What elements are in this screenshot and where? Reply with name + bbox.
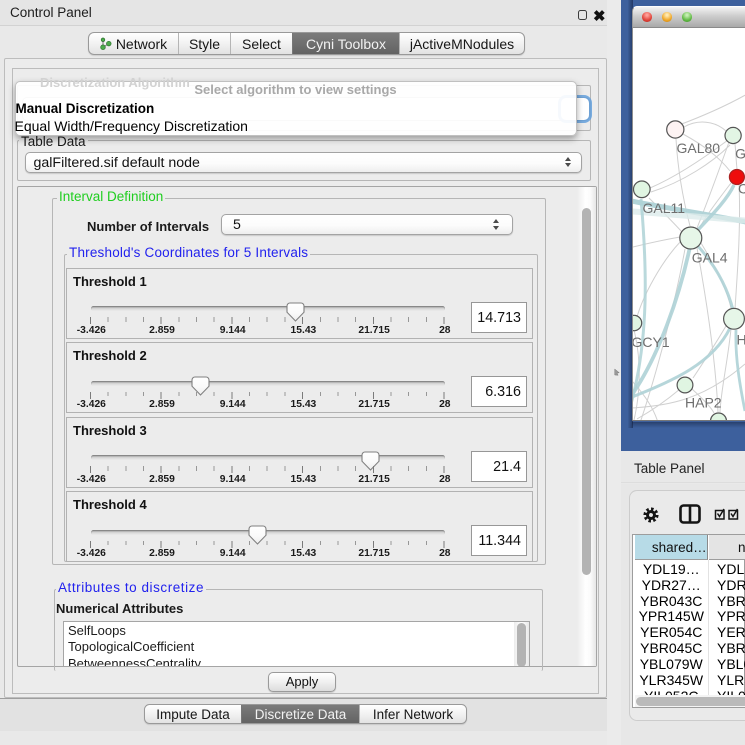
svg-text:HAP2: HAP2	[685, 394, 722, 410]
svg-text:GAL4: GAL4	[692, 249, 728, 265]
svg-text:CD: CD	[738, 180, 745, 196]
svg-text:HI: HI	[737, 331, 745, 347]
svg-text:GAL80: GAL80	[677, 139, 721, 155]
svg-text:GAL11: GAL11	[643, 200, 686, 216]
svg-text:GCY1: GCY1	[633, 334, 670, 350]
svg-text:GA: GA	[735, 145, 745, 161]
